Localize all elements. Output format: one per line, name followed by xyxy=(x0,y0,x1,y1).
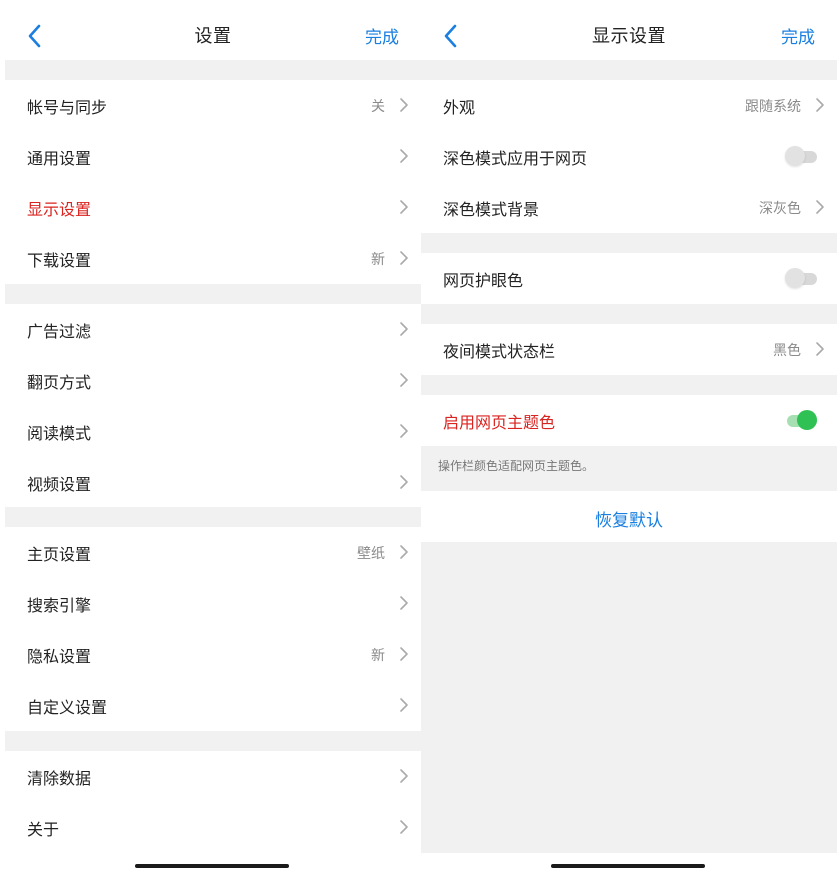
theme-color-hint: 操作栏颜色适配网页主题色。 xyxy=(438,459,595,473)
chevron-right-icon xyxy=(400,545,408,559)
row-label: 隐私设置 xyxy=(27,647,92,666)
row-appearance[interactable]: 外观 跟随系统 xyxy=(421,80,837,131)
settings-group: 主页设置 壁纸 搜索引擎 隐私设置 新 自定义设置 xyxy=(5,527,421,731)
row-label: 帐号与同步 xyxy=(27,98,108,117)
row-web-theme-color: 启用网页主题色 xyxy=(421,395,837,446)
row-value: 跟随系统 xyxy=(745,99,801,115)
restore-defaults-button[interactable]: 恢复默认 xyxy=(421,506,837,531)
chevron-right-icon xyxy=(816,98,824,112)
home-indicator[interactable] xyxy=(551,864,705,868)
row-label: 网页护眼色 xyxy=(443,271,524,290)
row-custom-settings[interactable]: 自定义设置 xyxy=(5,680,421,731)
row-label: 广告过滤 xyxy=(27,322,92,341)
chevron-right-icon xyxy=(400,424,408,438)
page-title: 设置 xyxy=(194,26,232,47)
restore-band: 恢复默认 xyxy=(421,491,837,542)
navbar: 设置 完成 xyxy=(5,0,421,60)
settings-group: 启用网页主题色 xyxy=(421,395,837,446)
row-eye-care: 网页护眼色 xyxy=(421,253,837,304)
dark-mode-web-toggle[interactable] xyxy=(785,145,817,167)
row-clear-data[interactable]: 清除数据 xyxy=(5,751,421,802)
row-label: 深色模式背景 xyxy=(443,200,540,219)
row-value: 黑色 xyxy=(773,343,801,359)
row-label: 视频设置 xyxy=(27,475,92,494)
settings-group: 帐号与同步 关 通用设置 显示设置 下载设置 新 xyxy=(5,80,421,284)
settings-group: 清除数据 关于 xyxy=(5,751,421,853)
chevron-right-icon xyxy=(400,149,408,163)
row-label: 清除数据 xyxy=(27,769,92,788)
row-value: 新 xyxy=(371,252,385,268)
row-account-sync[interactable]: 帐号与同步 关 xyxy=(5,80,421,131)
row-night-status-bar[interactable]: 夜间模式状态栏 黑色 xyxy=(421,324,837,375)
row-general-settings[interactable]: 通用设置 xyxy=(5,131,421,182)
row-label: 下载设置 xyxy=(27,251,92,270)
row-dark-mode-web: 深色模式应用于网页 xyxy=(421,131,837,182)
chevron-right-icon xyxy=(400,98,408,112)
chevron-right-icon xyxy=(400,647,408,661)
row-dark-mode-background[interactable]: 深色模式背景 深灰色 xyxy=(421,182,837,233)
chevron-right-icon xyxy=(400,820,408,834)
done-button[interactable]: 完成 xyxy=(781,23,815,48)
row-label: 关于 xyxy=(27,820,60,839)
row-value: 关 xyxy=(371,99,385,115)
settings-group: 外观 跟随系统 深色模式应用于网页 深色模式背景 深灰色 xyxy=(421,80,837,233)
settings-group: 网页护眼色 xyxy=(421,253,837,304)
row-label: 显示设置 xyxy=(27,200,92,219)
chevron-right-icon xyxy=(816,200,824,214)
row-label: 启用网页主题色 xyxy=(443,413,556,432)
row-download-settings[interactable]: 下载设置 新 xyxy=(5,233,421,284)
chevron-right-icon xyxy=(400,596,408,610)
row-value: 新 xyxy=(371,648,385,664)
row-label: 夜间模式状态栏 xyxy=(443,342,556,361)
chevron-right-icon xyxy=(400,373,408,387)
row-label: 阅读模式 xyxy=(27,424,92,443)
row-label: 外观 xyxy=(443,98,476,117)
settings-group: 广告过滤 翻页方式 阅读模式 视频设置 xyxy=(5,304,421,507)
chevron-right-icon xyxy=(400,322,408,336)
row-label: 搜索引擎 xyxy=(27,596,92,615)
row-privacy-settings[interactable]: 隐私设置 新 xyxy=(5,629,421,680)
chevron-right-icon xyxy=(816,342,824,356)
home-indicator[interactable] xyxy=(135,864,289,868)
display-settings-screen: 显示设置 完成 外观 跟随系统 深色模式应用于网页 深色模式背景 深灰色 网页护… xyxy=(421,0,837,878)
row-homepage-settings[interactable]: 主页设置 壁纸 xyxy=(5,527,421,578)
row-label: 深色模式应用于网页 xyxy=(443,149,588,168)
eye-care-toggle[interactable] xyxy=(785,267,817,289)
chevron-right-icon xyxy=(400,251,408,265)
navbar: 显示设置 完成 xyxy=(421,0,837,60)
row-about[interactable]: 关于 xyxy=(5,802,421,853)
row-ad-filter[interactable]: 广告过滤 xyxy=(5,304,421,355)
row-video-settings[interactable]: 视频设置 xyxy=(5,457,421,508)
row-display-settings[interactable]: 显示设置 xyxy=(5,182,421,233)
settings-group: 夜间模式状态栏 黑色 xyxy=(421,324,837,375)
row-label: 主页设置 xyxy=(27,545,92,564)
row-reading-mode[interactable]: 阅读模式 xyxy=(5,406,421,457)
chevron-right-icon xyxy=(400,200,408,214)
row-value: 深灰色 xyxy=(759,201,801,217)
row-label: 翻页方式 xyxy=(27,373,92,392)
page-title: 显示设置 xyxy=(592,26,666,47)
chevron-right-icon xyxy=(400,769,408,783)
row-label: 自定义设置 xyxy=(27,698,108,717)
settings-screen: 设置 完成 帐号与同步 关 通用设置 显示设置 下载设置 新 广告过滤 翻页方式… xyxy=(5,0,421,878)
done-button[interactable]: 完成 xyxy=(365,23,399,48)
row-page-turning[interactable]: 翻页方式 xyxy=(5,355,421,406)
chevron-right-icon xyxy=(400,475,408,489)
row-search-engine[interactable]: 搜索引擎 xyxy=(5,578,421,629)
row-value: 壁纸 xyxy=(357,546,385,562)
row-label: 通用设置 xyxy=(27,149,92,168)
web-theme-color-toggle[interactable] xyxy=(785,409,817,431)
chevron-right-icon xyxy=(400,698,408,712)
